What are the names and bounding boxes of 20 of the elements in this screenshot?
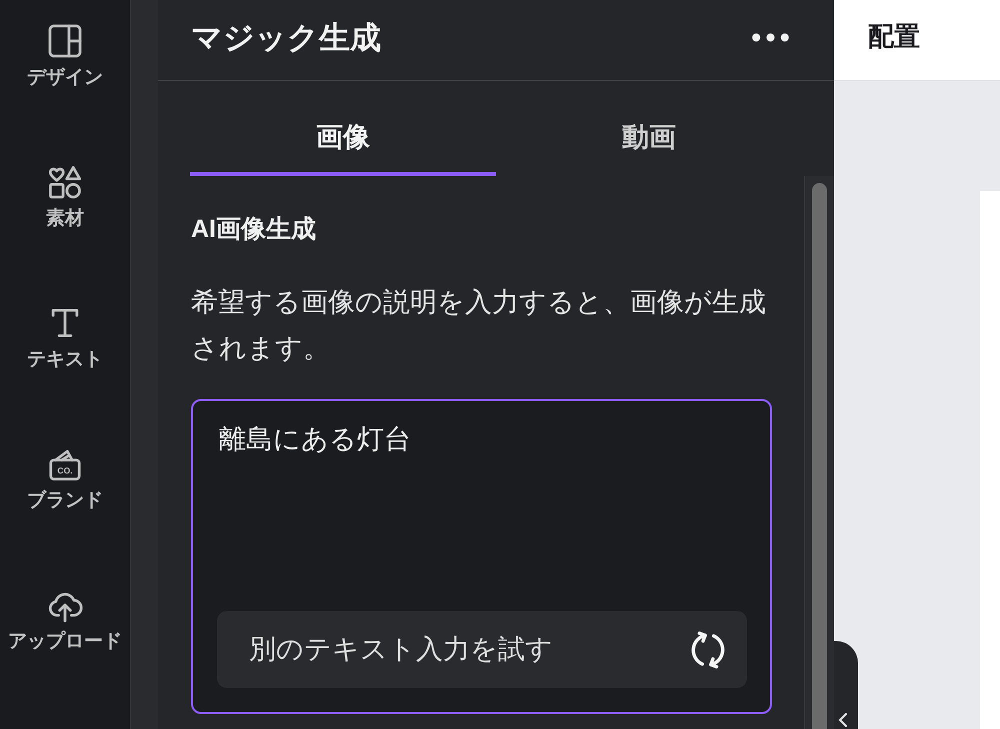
shapes-icon — [46, 163, 84, 201]
nav-item[interactable]: CO. ブランド — [0, 445, 130, 586]
nav-item[interactable]: アップロード — [0, 586, 130, 727]
prompt-field[interactable]: 離島にある灯台 別のテキスト入力を試す — [191, 399, 772, 714]
try-another-prompt-button[interactable]: 別のテキスト入力を試す — [217, 611, 747, 688]
refresh-icon — [689, 630, 727, 668]
description-text: 希望する画像の説明を入力すると、画像が生成されます。 — [191, 286, 767, 365]
nav-item[interactable]: 素材 — [0, 163, 130, 304]
more-icon[interactable] — [752, 32, 789, 42]
position-button[interactable]: 配置 — [868, 23, 920, 57]
panel-title: マジック生成 — [191, 22, 381, 56]
tab[interactable]: 動画 — [496, 81, 802, 176]
collapse-handle[interactable] — [834, 641, 858, 729]
tab[interactable]: 画像 — [190, 81, 496, 176]
layout-icon — [46, 22, 84, 60]
nav-item[interactable]: デザイン — [0, 22, 130, 163]
nav-item[interactable]: テキスト — [0, 304, 130, 445]
chevron-left-icon — [838, 713, 848, 727]
scrollbar-thumb[interactable] — [812, 183, 827, 729]
section-heading: AI画像生成 — [191, 214, 317, 245]
